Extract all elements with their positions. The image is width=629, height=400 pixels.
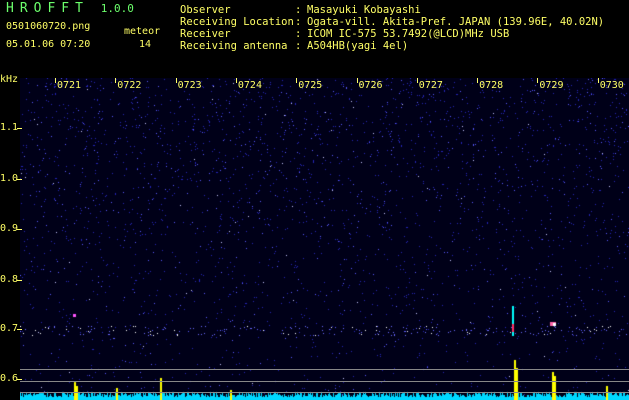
x-tick-label: 0730 xyxy=(599,80,624,91)
reference-line xyxy=(20,392,629,393)
x-tick xyxy=(537,78,539,83)
y-tick-label: 0.6 xyxy=(0,373,19,384)
meteor-count: 14 xyxy=(139,39,152,50)
datetime: 05.01.06 07:20 xyxy=(6,39,91,50)
x-tick-label: 0722 xyxy=(117,80,142,91)
reference-line xyxy=(20,369,629,370)
y-tick-label: 0.8 xyxy=(0,274,19,285)
x-tick xyxy=(356,78,358,83)
y-tick xyxy=(17,179,22,180)
x-tick xyxy=(597,78,599,83)
x-tick xyxy=(416,78,418,83)
filename: 0501060720.png xyxy=(6,21,91,32)
meteor-label: meteor xyxy=(124,26,161,37)
y-tick-label: 1.1 xyxy=(0,122,19,133)
x-tick-label: 0729 xyxy=(539,80,564,91)
spectrogram-canvas xyxy=(20,78,629,400)
x-tick-label: 0726 xyxy=(358,80,383,91)
x-tick-label: 0723 xyxy=(177,80,202,91)
y-tick xyxy=(17,229,22,230)
x-tick xyxy=(115,78,117,83)
header-panel: HROFFT 1.0.0 0501060720.png meteor 05.01… xyxy=(0,0,629,58)
y-tick xyxy=(17,280,22,281)
x-tick xyxy=(55,78,56,83)
x-tick xyxy=(175,78,177,83)
meta-location: Receiving Location: Ogata-vill. Akita-Pre… xyxy=(180,16,605,28)
y-tick xyxy=(17,128,22,129)
x-tick xyxy=(235,78,237,83)
spectrogram xyxy=(20,78,629,400)
reference-line xyxy=(20,381,629,382)
y-tick-label: 0.9 xyxy=(0,223,19,234)
x-tick xyxy=(477,78,479,83)
x-tick-label: 0725 xyxy=(298,80,323,91)
x-tick-label: 0728 xyxy=(479,80,504,91)
meta-receiver: Receiver: ICOM IC-575 53.7492(@LCD)MHz US… xyxy=(180,28,510,40)
app-title: HROFFT 1.0.0 xyxy=(6,1,134,16)
y-tick xyxy=(17,379,22,380)
y-tick-label: 1.0 xyxy=(0,173,19,184)
station-info: Observer: Masayuki Kobayashi Receiving Lo… xyxy=(180,4,604,52)
x-tick-label: 0724 xyxy=(237,80,262,91)
y-axis-unit: kHz xyxy=(0,74,19,85)
meta-antenna: Receiving antenna: A504HB(yagi 4el) xyxy=(180,40,409,52)
x-tick-label: 0727 xyxy=(418,80,443,91)
x-tick-label: 0721 xyxy=(57,80,82,91)
y-tick xyxy=(17,329,22,330)
x-tick xyxy=(296,78,298,83)
app-version: 1.0.0 xyxy=(100,2,134,15)
y-tick-label: 0.7 xyxy=(0,323,19,334)
meta-observer: Observer: Masayuki Kobayashi xyxy=(180,4,421,16)
